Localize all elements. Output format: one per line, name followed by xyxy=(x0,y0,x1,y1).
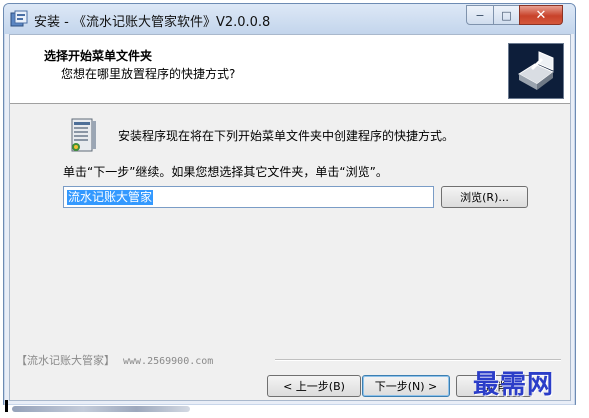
brand-url: www.2569900.com xyxy=(123,356,214,367)
maximize-icon: □ xyxy=(501,8,512,22)
next-button[interactable]: 下一步(N) > xyxy=(362,375,450,397)
site-watermark: 最需网 xyxy=(473,370,555,400)
minimize-button[interactable]: − xyxy=(466,5,494,25)
info-text: 安装程序现在将在下列开始菜单文件夹中创建程序的快捷方式。 xyxy=(118,129,455,143)
setup-computer-icon xyxy=(508,43,564,99)
installer-app-icon xyxy=(10,10,28,27)
close-button[interactable]: ✕ xyxy=(519,5,563,25)
title-bar[interactable]: 安装 - 《流水记账大管家软件》V2.0.0.8 − □ ✕ xyxy=(4,4,575,34)
back-button[interactable]: < 上一步(B) xyxy=(267,375,361,397)
window-title: 安装 - 《流水记账大管家软件》V2.0.0.8 xyxy=(34,15,271,30)
page-subtitle: 您想在哪里放置程序的快捷方式? xyxy=(61,67,236,81)
maximize-button[interactable]: □ xyxy=(493,5,520,25)
instruction-text: 单击“下一步”继续。如果您想选择其它文件夹，单击“浏览”。 xyxy=(63,165,388,179)
page-title: 选择开始菜单文件夹 xyxy=(44,49,153,63)
installer-window: 安装 - 《流水记账大管家软件》V2.0.0.8 − □ ✕ 选择开始菜单文件夹… xyxy=(3,3,576,406)
close-icon: ✕ xyxy=(535,7,547,23)
wizard-header: 选择开始菜单文件夹 您想在哪里放置程序的快捷方式? xyxy=(10,35,570,104)
folder-input-value: 流水记账大管家 xyxy=(67,189,154,205)
wizard-page: 选择开始菜单文件夹 您想在哪里放置程序的快捷方式? 安装程序现在将在下列开始菜单… xyxy=(9,34,571,401)
cursor-mark xyxy=(5,400,8,412)
minimize-icon: − xyxy=(475,8,485,22)
blurred-taskbar-text xyxy=(12,406,190,412)
start-menu-folder-input[interactable]: 流水记账大管家 xyxy=(63,186,434,208)
footer-brand: 【流水记账大管家】 www.2569900.com xyxy=(16,352,213,368)
browse-button[interactable]: 浏览(R)... xyxy=(441,186,528,208)
footer-divider xyxy=(275,359,561,361)
start-menu-folder-icon xyxy=(71,118,96,152)
brand-name: 【流水记账大管家】 xyxy=(16,354,115,367)
